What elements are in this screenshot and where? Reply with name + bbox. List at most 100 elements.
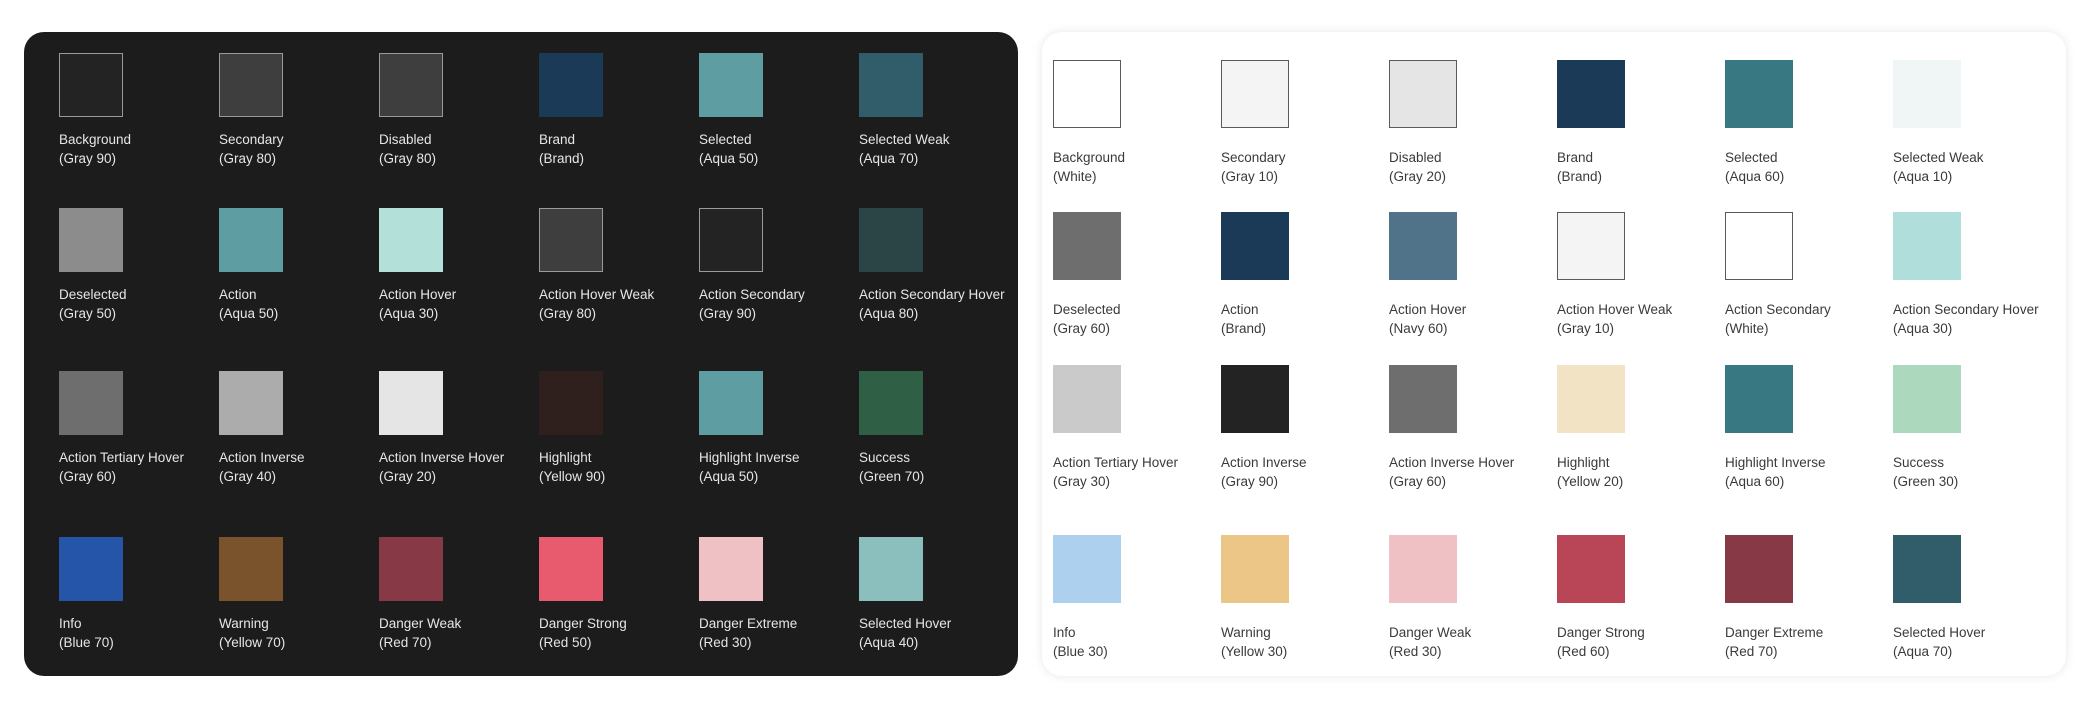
token-name: Highlight Inverse	[1725, 455, 1826, 470]
token-value: (Aqua 70)	[1893, 644, 1953, 659]
dark-token-deselected: Deselected (Gray 50)	[59, 208, 219, 371]
token-value: (Red 70)	[1725, 644, 1778, 659]
token-name: Action Tertiary Hover	[1053, 455, 1179, 470]
light-token-success: Success (Green 30)	[1893, 365, 2061, 535]
token-label: Selected Weak (Aqua 70)	[859, 130, 1018, 168]
token-value: (Gray 90)	[59, 151, 117, 166]
token-label: Warning (Yellow 30)	[1221, 623, 1389, 661]
token-label: Warning (Yellow 70)	[219, 614, 379, 652]
light-swatch-grid: Background (White) Secondary (Gray 10) Disab…	[1053, 60, 2061, 665]
token-value: (Gray 60)	[1389, 474, 1447, 489]
token-name: Info	[1053, 625, 1076, 640]
light-token-action-hover: Action Hover (Navy 60)	[1389, 212, 1557, 365]
color-swatch	[1557, 535, 1625, 603]
token-name: Danger Extreme	[699, 616, 798, 631]
token-value: (Gray 10)	[1557, 321, 1615, 336]
token-label: Action Inverse Hover (Gray 20)	[379, 448, 539, 486]
token-label: Danger Extreme (Red 70)	[1725, 623, 1893, 661]
color-swatch	[539, 53, 603, 117]
color-swatch	[219, 371, 283, 435]
light-token-disabled: Disabled (Gray 20)	[1389, 60, 1557, 212]
color-swatch	[219, 537, 283, 601]
token-value: (Navy 60)	[1389, 321, 1448, 336]
token-label: Action Inverse (Gray 90)	[1221, 453, 1389, 491]
color-swatch	[1725, 212, 1793, 280]
light-token-highlight-inverse: Highlight Inverse (Aqua 60)	[1725, 365, 1893, 535]
color-swatch	[539, 208, 603, 272]
light-token-action-hover-weak: Action Hover Weak (Gray 10)	[1557, 212, 1725, 365]
token-label: Action Tertiary Hover (Gray 60)	[59, 448, 219, 486]
color-swatch	[1893, 365, 1961, 433]
token-name: Deselected	[59, 287, 127, 302]
token-value: (Aqua 10)	[1893, 169, 1953, 184]
token-value: (Gray 10)	[1221, 169, 1279, 184]
dark-token-warning: Warning (Yellow 70)	[219, 537, 379, 676]
dark-token-success: Success (Green 70)	[859, 371, 1018, 537]
token-value: (Gray 60)	[59, 469, 117, 484]
token-name: Action Inverse Hover	[379, 450, 505, 465]
token-name: Action Inverse	[219, 450, 305, 465]
token-value: (Aqua 40)	[859, 635, 919, 650]
token-name: Action Secondary	[1725, 302, 1831, 317]
color-swatch	[1053, 60, 1121, 128]
color-swatch	[379, 208, 443, 272]
token-label: Action Inverse (Gray 40)	[219, 448, 379, 486]
token-name: Brand	[1557, 150, 1594, 165]
light-token-danger-strong: Danger Strong (Red 60)	[1557, 535, 1725, 665]
color-swatch	[1893, 212, 1961, 280]
token-value: (Brand)	[1221, 321, 1267, 336]
token-value: (Yellow 20)	[1557, 474, 1624, 489]
token-value: (Gray 20)	[379, 469, 437, 484]
token-label: Action Secondary (Gray 90)	[699, 285, 859, 323]
token-name: Danger Weak	[1389, 625, 1472, 640]
token-name: Disabled	[1389, 150, 1442, 165]
token-name: Secondary	[219, 132, 284, 147]
color-swatch	[859, 371, 923, 435]
light-token-danger-weak: Danger Weak (Red 30)	[1389, 535, 1557, 665]
token-label: Deselected (Gray 50)	[59, 285, 219, 323]
token-value: (Aqua 60)	[1725, 169, 1785, 184]
token-label: Action Secondary Hover (Aqua 80)	[859, 285, 1018, 323]
token-value: (Green 30)	[1893, 474, 1959, 489]
color-swatch	[379, 371, 443, 435]
color-swatch	[59, 208, 123, 272]
light-token-secondary: Secondary (Gray 10)	[1221, 60, 1389, 212]
color-swatch	[699, 208, 763, 272]
token-label: Action Tertiary Hover (Gray 30)	[1053, 453, 1221, 491]
dark-token-action-secondary: Action Secondary (Gray 90)	[699, 208, 859, 371]
token-label: Action (Brand)	[1221, 300, 1389, 338]
token-label: Action (Aqua 50)	[219, 285, 379, 323]
token-value: (Gray 80)	[219, 151, 277, 166]
color-swatch	[1389, 365, 1457, 433]
token-value: (Gray 80)	[379, 151, 437, 166]
light-token-action-tertiary-hover: Action Tertiary Hover (Gray 30)	[1053, 365, 1221, 535]
token-name: Highlight	[1557, 455, 1610, 470]
color-swatch	[1221, 535, 1289, 603]
token-name: Action Inverse Hover	[1389, 455, 1515, 470]
token-label: Background (Gray 90)	[59, 130, 219, 168]
light-token-action: Action (Brand)	[1221, 212, 1389, 365]
color-swatch	[1389, 212, 1457, 280]
token-label: Selected Hover (Aqua 70)	[1893, 623, 2061, 661]
token-value: (Aqua 70)	[859, 151, 919, 166]
token-name: Action Inverse	[1221, 455, 1307, 470]
token-value: (Aqua 80)	[859, 306, 919, 321]
token-label: Highlight (Yellow 90)	[539, 448, 699, 486]
color-swatch	[1221, 212, 1289, 280]
light-token-background: Background (White)	[1053, 60, 1221, 212]
token-label: Background (White)	[1053, 148, 1221, 186]
dark-token-action-secondary-hover: Action Secondary Hover (Aqua 80)	[859, 208, 1018, 371]
token-label: Selected Hover (Aqua 40)	[859, 614, 1018, 652]
token-label: Action Hover Weak (Gray 80)	[539, 285, 699, 323]
dark-token-background: Background (Gray 90)	[59, 53, 219, 208]
token-label: Action Secondary (White)	[1725, 300, 1893, 338]
token-name: Action Tertiary Hover	[59, 450, 185, 465]
token-name: Disabled	[379, 132, 432, 147]
token-name: Highlight	[539, 450, 592, 465]
color-swatch	[699, 537, 763, 601]
token-value: (Red 50)	[539, 635, 592, 650]
token-label: Action Secondary Hover (Aqua 30)	[1893, 300, 2061, 338]
color-swatch	[1893, 535, 1961, 603]
token-name: Action Secondary Hover	[859, 287, 1005, 302]
color-swatch	[1725, 535, 1793, 603]
